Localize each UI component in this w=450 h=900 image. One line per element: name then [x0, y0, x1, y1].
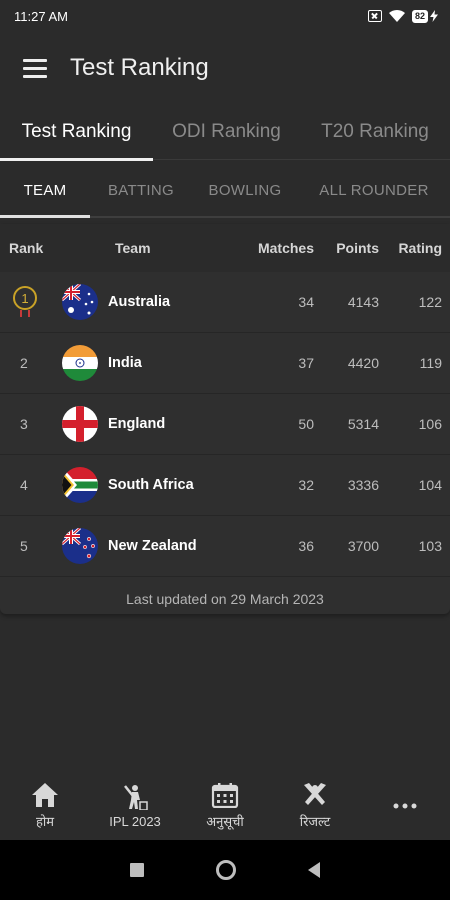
south-africa-flag-icon [62, 467, 98, 503]
table-row[interactable]: 2 India 37 4420 119 [0, 333, 450, 394]
england-flag-icon [62, 406, 98, 442]
rank-cell: 3 [20, 416, 28, 432]
table-row[interactable]: 3 England 50 5314 106 [0, 394, 450, 455]
header-rating: Rating [398, 240, 442, 256]
rating-cell: 103 [418, 538, 442, 554]
status-bar: 11:27 AM 82 [0, 0, 450, 32]
matches-cell: 32 [298, 477, 314, 493]
tab-team[interactable]: TEAM [0, 164, 90, 218]
table-header: Rank Team Matches Points Rating [0, 224, 450, 272]
matches-cell: 36 [298, 538, 314, 554]
tab-all-rounder[interactable]: ALL ROUNDER [298, 164, 450, 216]
matches-cell: 37 [298, 355, 314, 371]
points-cell: 3336 [347, 477, 379, 493]
rank-cell: 2 [20, 355, 28, 371]
matches-cell: 50 [298, 416, 314, 432]
header-team: Team [115, 240, 151, 256]
points-cell: 3700 [347, 538, 379, 554]
medal-rank: 1 [13, 286, 37, 310]
nav-more[interactable] [360, 772, 450, 840]
points-cell: 4420 [347, 355, 379, 371]
rating-cell: 106 [418, 416, 442, 432]
nav-label: IPL 2023 [109, 813, 161, 829]
sub-tabs: TEAM BATTING BOWLING ALL ROUNDER [0, 164, 450, 218]
team-cell: South Africa [52, 467, 244, 503]
system-nav-bar [0, 840, 450, 900]
nav-ipl[interactable]: IPL 2023 [90, 772, 180, 840]
calendar-icon [211, 783, 239, 808]
page-title: Test Ranking [70, 54, 209, 81]
team-cell: India [52, 345, 244, 381]
header-matches: Matches [257, 240, 314, 256]
team-name: South Africa [108, 477, 194, 493]
team-name: England [108, 416, 166, 432]
bottom-nav: होम IPL 2023 अनुसूची रिजल्ट [0, 772, 450, 840]
australia-flag-icon [62, 284, 98, 320]
wifi-icon [388, 9, 405, 22]
nav-label: रिजल्ट [299, 814, 331, 829]
gold-medal-icon: 1 [12, 286, 38, 318]
matches-cell: 34 [298, 294, 314, 310]
rating-cell: 122 [418, 294, 442, 310]
nav-label: होम [35, 814, 55, 829]
tab-test-ranking[interactable]: Test Ranking [0, 104, 153, 161]
last-updated: Last updated on 29 March 2023 [126, 591, 324, 607]
table-row[interactable]: 4 South Africa 32 3336 104 [0, 455, 450, 516]
team-name: India [108, 355, 142, 371]
points-cell: 4143 [347, 294, 379, 310]
more-icon [393, 803, 417, 809]
battery-icon: 82 [411, 9, 438, 23]
tab-bowling[interactable]: BOWLING [192, 164, 298, 216]
tab-t20-ranking[interactable]: T20 Ranking [300, 104, 450, 160]
menu-icon[interactable] [0, 38, 70, 98]
rank-cell: 1 [0, 286, 52, 318]
back-icon[interactable] [308, 862, 320, 878]
notification-box-icon [367, 10, 382, 22]
home-button-icon[interactable] [216, 860, 236, 880]
points-cell: 5314 [347, 416, 379, 432]
cricket-player-icon [124, 784, 148, 810]
nav-label: अनुसूची [206, 814, 244, 829]
table-row[interactable]: 5 New Zealand 36 3700 103 [0, 516, 450, 577]
nav-home[interactable]: होम [0, 772, 90, 840]
rank-cell: 5 [20, 538, 28, 554]
cricket-bats-icon [304, 783, 326, 805]
charging-icon [430, 10, 438, 22]
rating-cell: 104 [418, 477, 442, 493]
header-points: Points [336, 240, 379, 256]
new-zealand-flag-icon [62, 528, 98, 564]
rating-cell: 119 [419, 355, 442, 371]
primary-tabs: Test Ranking ODI Ranking T20 Ranking [0, 104, 450, 161]
tab-odi-ranking[interactable]: ODI Ranking [153, 104, 300, 160]
recent-apps-icon[interactable] [130, 863, 144, 877]
team-cell: England [52, 406, 244, 442]
india-flag-icon [62, 345, 98, 381]
home-icon [32, 783, 58, 807]
rank-cell: 4 [20, 477, 28, 493]
nav-schedule[interactable]: अनुसूची [180, 772, 270, 840]
status-icons: 82 [367, 9, 438, 23]
battery-level: 82 [411, 9, 428, 23]
nav-results[interactable]: रिजल्ट [270, 772, 360, 840]
team-name: New Zealand [108, 538, 197, 554]
team-cell: Australia [52, 284, 244, 320]
team-cell: New Zealand [52, 528, 244, 564]
table-row[interactable]: 1 Australia 34 4143 122 [0, 272, 450, 333]
app-bar: Test Ranking [0, 38, 450, 98]
status-time: 11:27 AM [14, 8, 68, 24]
team-name: Australia [108, 294, 171, 310]
tab-batting[interactable]: BATTING [90, 164, 192, 216]
header-rank: Rank [9, 240, 44, 256]
ranking-table: Rank Team Matches Points Rating 1 Austra… [0, 224, 450, 614]
